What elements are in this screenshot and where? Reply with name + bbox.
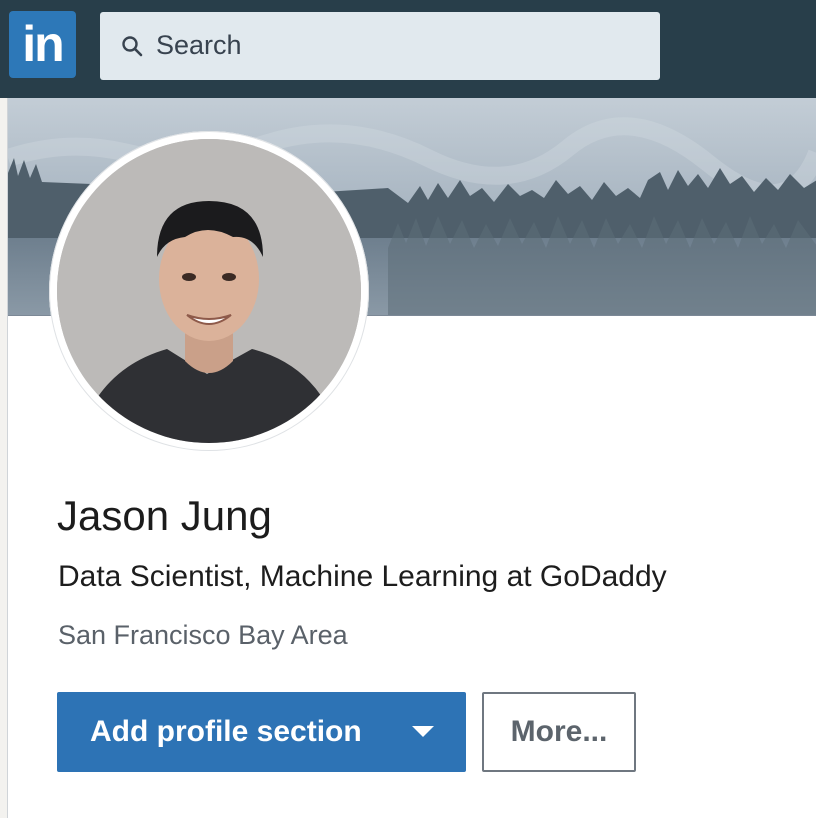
more-button[interactable]: More... [482, 692, 636, 772]
chevron-down-icon [412, 726, 434, 737]
search-box[interactable]: Search [100, 12, 660, 80]
profile-name: Jason Jung [57, 492, 272, 539]
profile-headline: Data Scientist, Machine Learning at GoDa… [58, 560, 667, 593]
profile-location: San Francisco Bay Area [58, 620, 348, 650]
profile-avatar[interactable] [49, 131, 369, 451]
search-input[interactable]: Search [156, 12, 242, 80]
profile-card: Jason Jung Data Scientist, Machine Learn… [7, 98, 816, 818]
top-nav-bar: in Search [0, 0, 816, 98]
avatar-photo [57, 139, 361, 443]
linkedin-logo[interactable]: in [9, 11, 76, 78]
add-profile-section-button[interactable]: Add profile section [57, 692, 466, 772]
add-profile-section-label: Add profile section [90, 715, 362, 748]
search-icon [122, 36, 143, 57]
